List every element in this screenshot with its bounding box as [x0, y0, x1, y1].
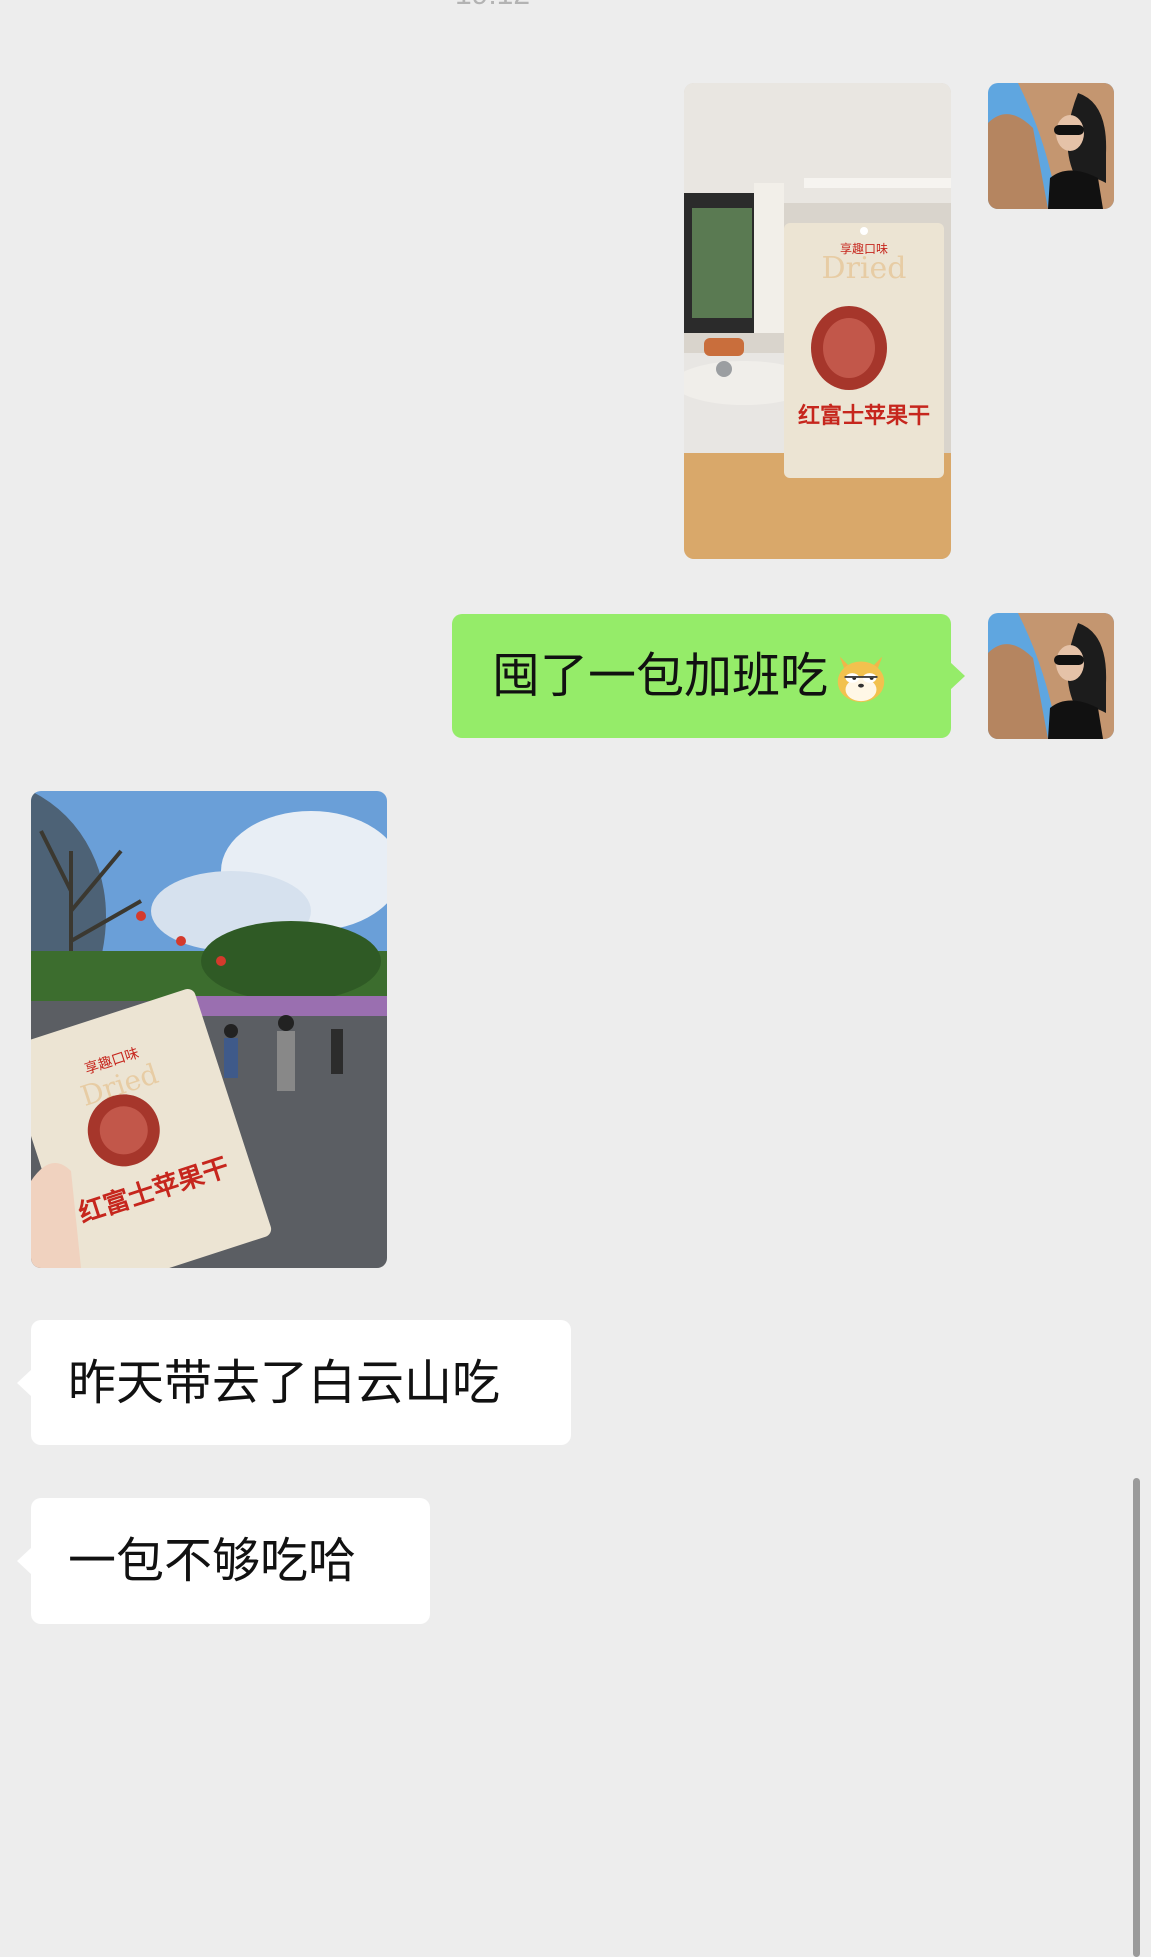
scrollbar-thumb[interactable] [1133, 1478, 1140, 1957]
received-text-bubble[interactable]: 昨天带去了白云山吃 [17, 1320, 571, 1445]
received-image-dried-apple[interactable]: 享趣口味 Dried 红富士苹果干 [31, 791, 387, 1268]
received-text-bubble[interactable]: 一包不够吃哈 [17, 1498, 430, 1624]
avatar-woman-icon [988, 83, 1114, 209]
chat-screen: 19:12 Dried 红富士苹果干 享趣口味 [0, 0, 1151, 1957]
message-timestamp: 19:12 [0, 0, 985, 12]
sent-text-bubble[interactable]: 囤了一包加班吃 [452, 614, 965, 738]
svg-text:红富士苹果干: 红富士苹果干 [798, 403, 930, 429]
doge-cat-emoji-icon [832, 647, 890, 705]
product-photo-indoor-icon: Dried 红富士苹果干 享趣口味 [684, 83, 951, 559]
message-text: 昨天带去了白云山吃 [68, 1354, 501, 1411]
message-text: 囤了一包加班吃 [492, 648, 829, 704]
product-photo-park-icon: 享趣口味 Dried 红富士苹果干 [31, 791, 387, 1268]
svg-text:Dried: Dried [822, 251, 907, 286]
svg-text:享趣口味: 享趣口味 [840, 241, 888, 256]
sent-image-dried-apple[interactable]: Dried 红富士苹果干 享趣口味 [684, 83, 951, 559]
my-avatar[interactable] [988, 83, 1114, 209]
my-avatar[interactable] [988, 613, 1114, 739]
avatar-woman-icon [988, 613, 1114, 739]
message-text: 一包不够吃哈 [68, 1533, 357, 1589]
